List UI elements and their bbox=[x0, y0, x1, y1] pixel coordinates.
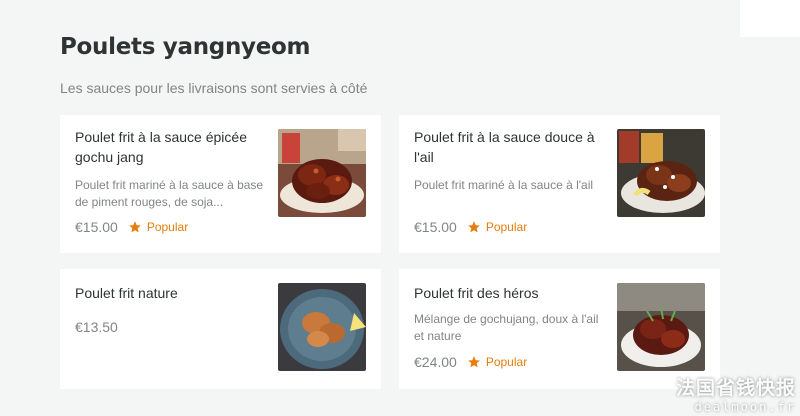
price-row: €15.00 Popular bbox=[75, 219, 188, 235]
menu-item-card[interactable]: Poulet frit des héros Mélange de gochuja… bbox=[399, 269, 720, 389]
menu-item-description: Poulet frit mariné à la sauce à base de … bbox=[75, 178, 264, 209]
menu-item-card[interactable]: Poulet frit à la sauce épicée gochu jang… bbox=[60, 115, 381, 253]
section-subtitle: Les sauces pour les livraisons sont serv… bbox=[60, 80, 368, 96]
menu-item-name: Poulet frit des héros bbox=[414, 285, 539, 301]
menu-item-name: Poulet frit à la sauce épicée gochu jang bbox=[75, 129, 247, 165]
star-icon bbox=[128, 221, 141, 233]
menu-item-price: €15.00 bbox=[75, 219, 118, 235]
section-title: Poulets yangnyeom bbox=[60, 34, 311, 60]
popular-badge: Popular bbox=[485, 220, 528, 234]
watermark-en: dealmoon.fr bbox=[694, 400, 796, 414]
menu-item-image bbox=[617, 283, 705, 371]
popular-badge: Popular bbox=[146, 220, 189, 234]
menu-item-description: Poulet frit mariné à la sauce à l'ail bbox=[414, 178, 594, 192]
top-right-card bbox=[740, 0, 800, 37]
menu-item-price: €24.00 bbox=[414, 354, 457, 370]
popular-badge: Popular bbox=[485, 355, 528, 369]
watermark: 法国省钱快报 dealmoon.fr bbox=[676, 373, 796, 414]
menu-item-image bbox=[278, 283, 366, 371]
menu-item-image bbox=[278, 129, 366, 217]
price-row: €13.50 bbox=[75, 319, 118, 335]
price-row: €15.00 Popular bbox=[414, 219, 527, 235]
star-icon bbox=[467, 356, 480, 368]
menu-item-price: €15.00 bbox=[414, 219, 457, 235]
menu-item-name: Poulet frit à la sauce douce à l'ail bbox=[414, 129, 595, 165]
menu-item-name: Poulet frit nature bbox=[75, 285, 178, 301]
menu-item-card[interactable]: Poulet frit à la sauce douce à l'ail Pou… bbox=[399, 115, 720, 253]
price-row: €24.00 Popular bbox=[414, 354, 527, 370]
watermark-cn: 法国省钱快报 bbox=[675, 378, 796, 399]
menu-item-price: €13.50 bbox=[75, 319, 118, 335]
menu-item-image bbox=[617, 129, 705, 217]
menu-item-card[interactable]: Poulet frit nature €13.50 bbox=[60, 269, 381, 389]
star-icon bbox=[467, 221, 480, 233]
menu-item-description: Mélange de gochujang, doux à l'ail et na… bbox=[414, 312, 599, 343]
